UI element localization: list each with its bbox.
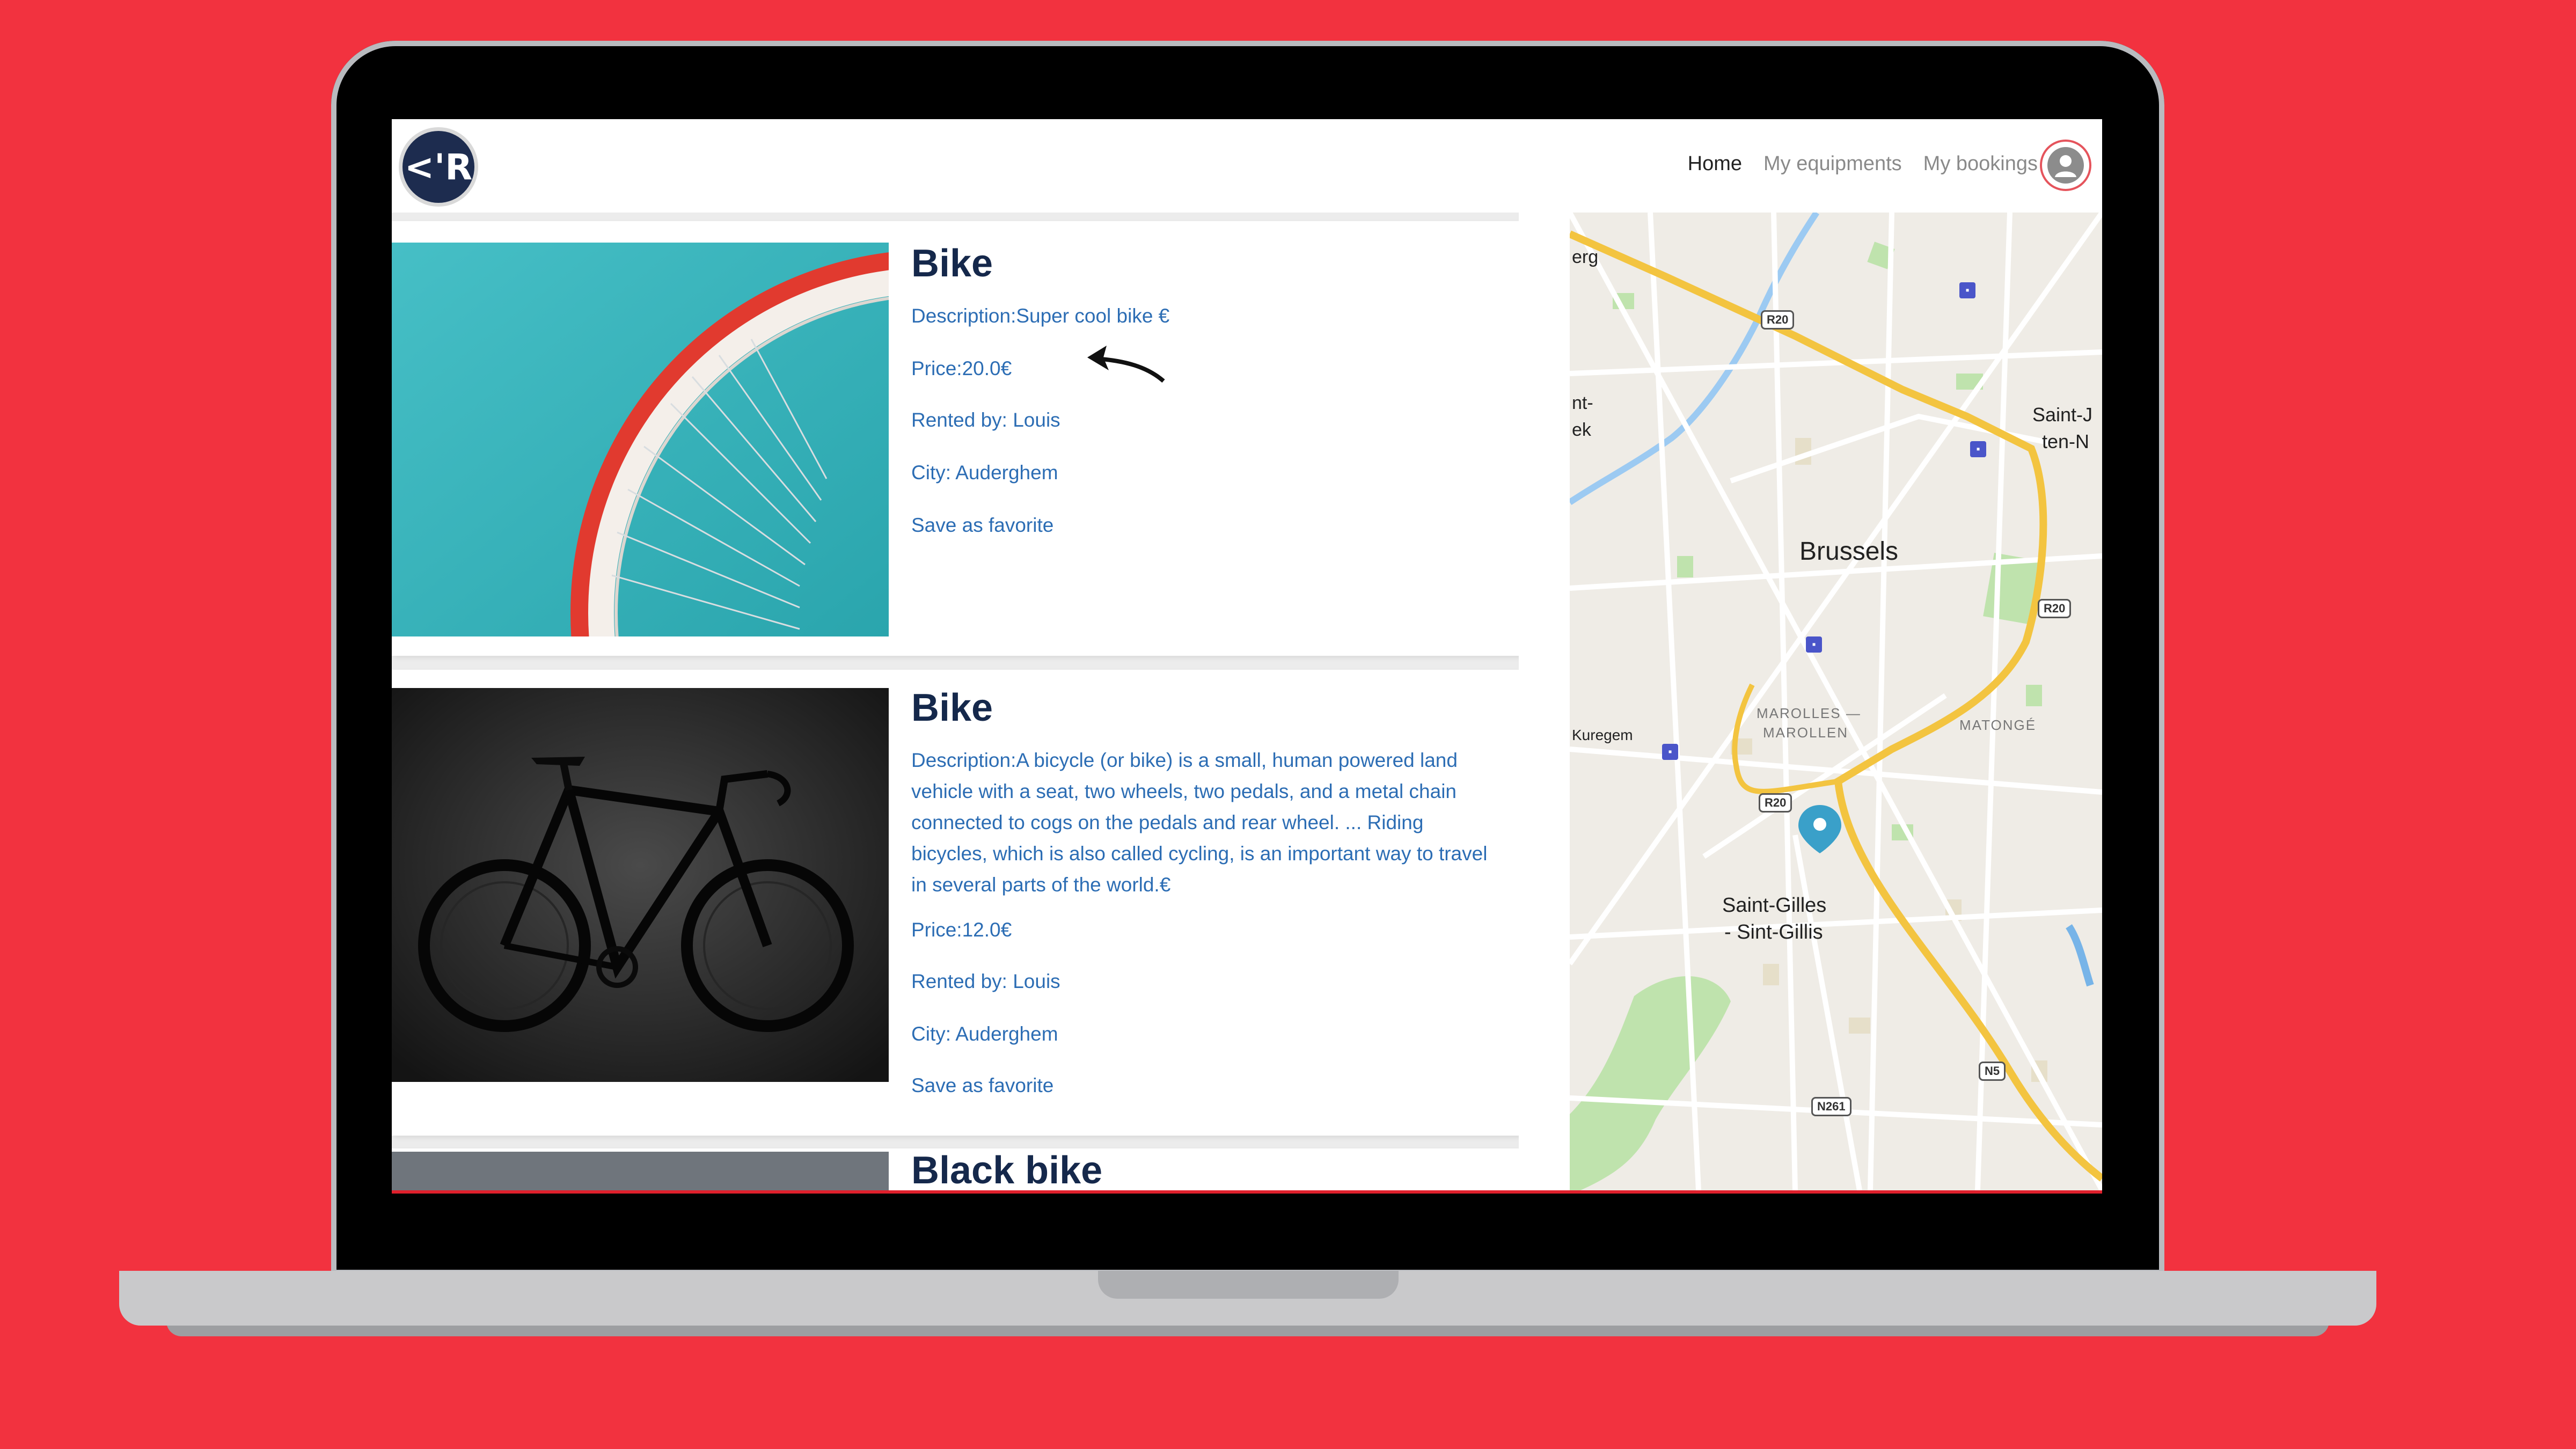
map-label-district: Saint-Gilles xyxy=(1722,894,1827,917)
map-label-edge: erg xyxy=(1572,247,1599,267)
bike-photo-image xyxy=(392,688,889,1082)
map-view[interactable]: erg nt- ek Saint-J ten-N Brussels MAROLL… xyxy=(1570,213,2102,1190)
user-icon xyxy=(2047,147,2084,184)
listing-city: City: Auderghem xyxy=(911,462,1058,484)
listing-price: Price:20.0€ xyxy=(911,357,1012,379)
bike-wheel-image xyxy=(392,243,889,636)
listing-title[interactable]: Black bike xyxy=(911,1148,1102,1190)
map-label-district: ten-N xyxy=(2042,430,2090,452)
listing-card[interactable]: Bike Description:Super cool bike € Price… xyxy=(392,221,1519,656)
navbar: <'R Home My equipments My bookings xyxy=(392,119,2102,213)
nav-links: Home My equipments My bookings xyxy=(1688,152,2038,175)
listing-title[interactable]: Bike xyxy=(911,686,993,730)
map-label-area: Kuregem xyxy=(1572,727,1633,743)
app-screen: <'R Home My equipments My bookings Bike … xyxy=(392,119,2102,1194)
user-avatar[interactable] xyxy=(2040,140,2091,191)
metro-station-icon: ▪ xyxy=(1970,441,1986,457)
listing-rented-by: Rented by: Louis xyxy=(911,970,1060,992)
map-label-edge: ek xyxy=(1572,420,1591,440)
road-shield: R20 xyxy=(2038,599,2072,618)
listing-description: Description:A bicycle (or bike) is a sma… xyxy=(911,749,1488,896)
listing-description: Description:Super cool bike € xyxy=(911,305,1170,327)
map-label-district: Saint-J xyxy=(2032,404,2093,426)
listing-card[interactable]: Bike Description:A bicycle (or bike) is … xyxy=(392,670,1519,1136)
listing-price: Price:12.0€ xyxy=(911,919,1012,941)
metro-station-icon: ▪ xyxy=(1959,282,1975,298)
metro-station-icon: ▪ xyxy=(1662,744,1678,760)
nav-my-equipments[interactable]: My equipments xyxy=(1763,152,1902,175)
laptop-notch xyxy=(1098,1271,1399,1299)
listing-city: City: Auderghem xyxy=(911,1023,1058,1045)
map-label-edge: nt- xyxy=(1572,393,1593,413)
listing-title[interactable]: Bike xyxy=(911,241,993,286)
map-label-area: MAROLLES — xyxy=(1757,705,1861,721)
map-label-area: MAROLLEN xyxy=(1763,724,1849,741)
map-label-area: MATONGÉ xyxy=(1959,717,2037,733)
app-logo[interactable]: <'R xyxy=(402,131,474,203)
save-favorite-link[interactable]: Save as favorite xyxy=(911,1074,1053,1097)
nav-my-bookings[interactable]: My bookings xyxy=(1923,152,2038,175)
listing-image xyxy=(392,1152,889,1190)
map-label-city: Brussels xyxy=(1799,537,1899,566)
listing-rented-by: Rented by: Louis xyxy=(911,409,1060,431)
save-favorite-link[interactable]: Save as favorite xyxy=(911,514,1053,537)
logo-text: <'R xyxy=(404,146,473,188)
road-shield: R20 xyxy=(1759,793,1792,813)
metro-station-icon: ▪ xyxy=(1806,636,1822,653)
map-streets xyxy=(1570,213,2102,1190)
road-shield: N261 xyxy=(1811,1097,1851,1116)
listing-card[interactable]: Black bike xyxy=(392,1148,1519,1190)
road-shield: R20 xyxy=(1761,310,1795,330)
nav-home[interactable]: Home xyxy=(1688,152,1742,175)
map-label-district: - Sint-Gillis xyxy=(1724,921,1823,943)
arrow-annotation-icon xyxy=(1083,339,1169,390)
road-shield: N5 xyxy=(1979,1062,2006,1081)
listing-area: Bike Description:Super cool bike € Price… xyxy=(392,213,1519,1190)
